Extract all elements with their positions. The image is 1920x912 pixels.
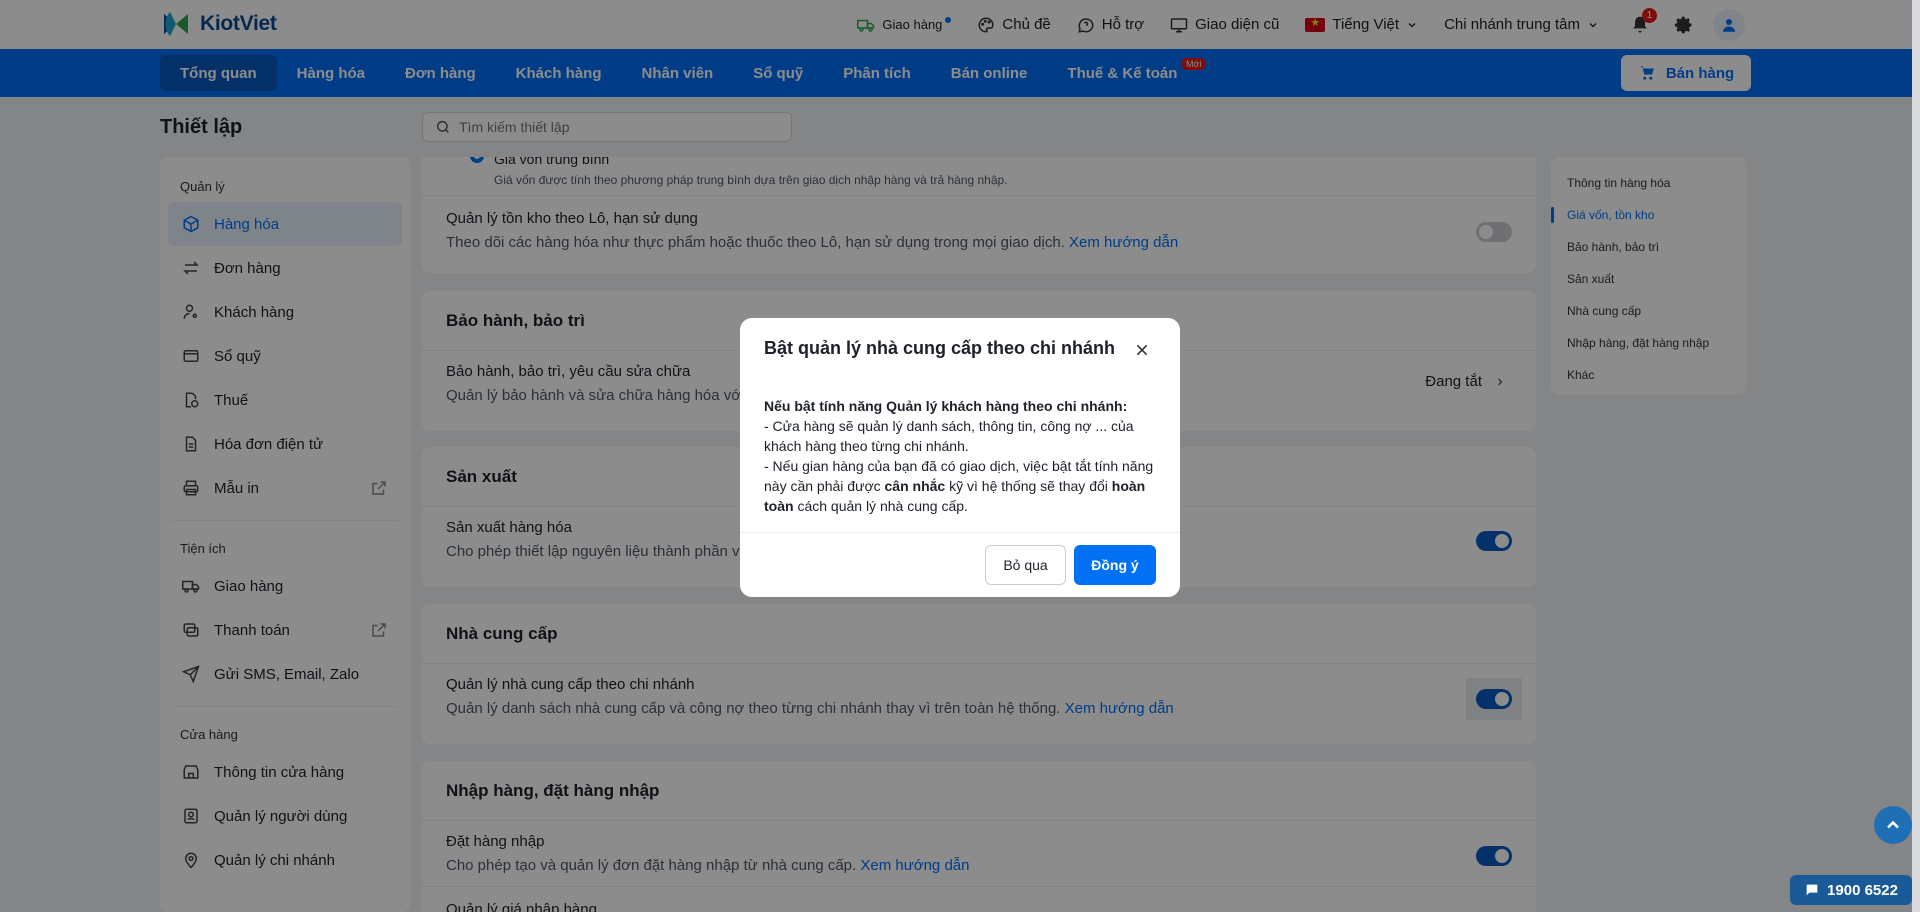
cancel-button[interactable]: Bỏ qua xyxy=(985,545,1066,585)
dialog-point-2: - Nếu gian hàng của bạn đã có giao dịch,… xyxy=(764,458,1154,514)
confirm-button[interactable]: Đồng ý xyxy=(1074,545,1156,585)
dialog-title: Bật quản lý nhà cung cấp theo chi nhánh xyxy=(764,338,1116,358)
hotline-number: 1900 6522 xyxy=(1827,881,1898,899)
page-scrollbar[interactable] xyxy=(1912,0,1920,912)
dialog-point-1: - Cửa hàng sẽ quản lý danh sách, thông t… xyxy=(764,418,1134,454)
close-icon[interactable] xyxy=(1132,340,1152,360)
dialog-footer: Bỏ qua Đồng ý xyxy=(740,532,1180,597)
confirm-dialog: Bật quản lý nhà cung cấp theo chi nhánh … xyxy=(740,318,1180,597)
chevron-up-icon xyxy=(1887,820,1899,829)
dialog-intro: Nếu bật tính năng Quản lý khách hàng the… xyxy=(764,398,1128,414)
scroll-to-top-button[interactable] xyxy=(1874,806,1912,844)
chat-icon xyxy=(1806,884,1818,896)
dialog-body: Nếu bật tính năng Quản lý khách hàng the… xyxy=(764,396,1164,516)
hotline-button[interactable]: 1900 6522 xyxy=(1790,875,1912,905)
